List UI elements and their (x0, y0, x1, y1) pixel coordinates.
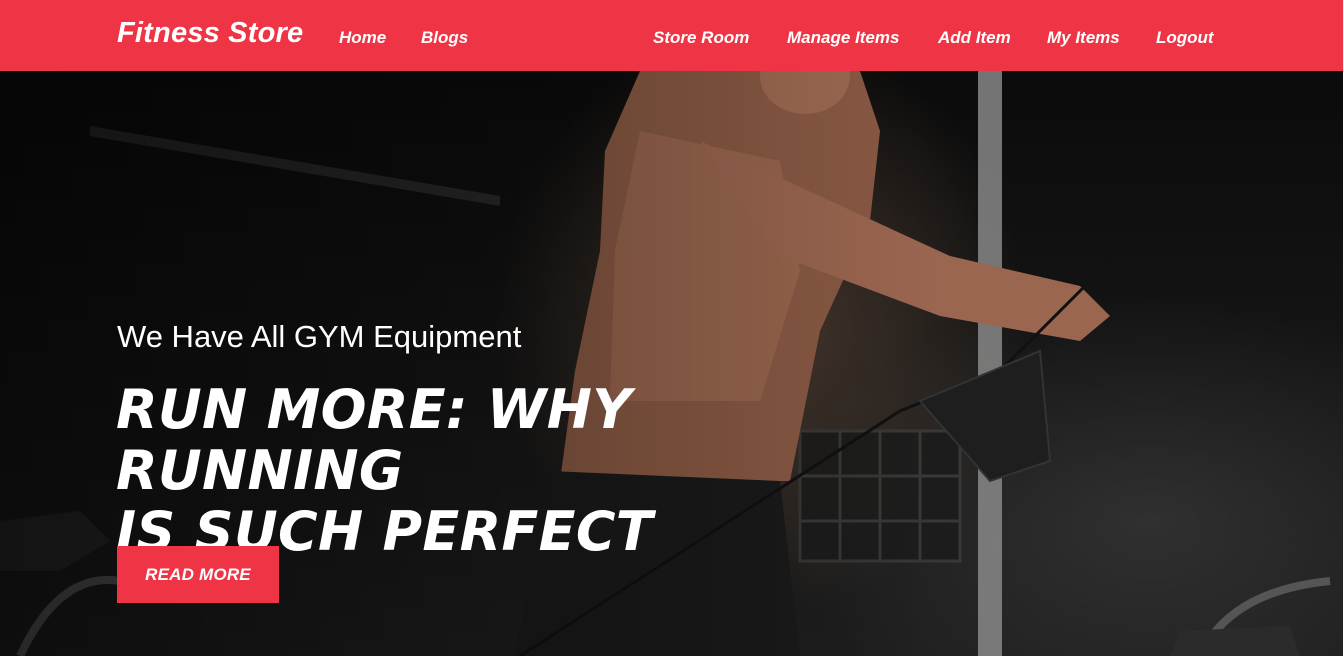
top-navbar: Fitness Store Home Blogs Store Room Mana… (0, 0, 1343, 71)
hero-headline: RUN MORE: WHY RUNNING IS SUCH PERFECT (116, 379, 876, 562)
nav-link-blogs[interactable]: Blogs (421, 28, 468, 48)
nav-link-my-items[interactable]: My Items (1047, 28, 1120, 48)
nav-link-home[interactable]: Home (339, 28, 386, 48)
hero-banner: We Have All GYM Equipment RUN MORE: WHY … (0, 71, 1343, 656)
nav-link-store-room[interactable]: Store Room (653, 28, 749, 48)
read-more-button[interactable]: READ MORE (117, 546, 279, 603)
hero-headline-line-1: RUN MORE: WHY RUNNING (116, 378, 632, 502)
nav-link-manage-items[interactable]: Manage Items (787, 28, 899, 48)
hero-subtitle: We Have All GYM Equipment (117, 319, 522, 354)
nav-link-add-item[interactable]: Add Item (938, 28, 1011, 48)
brand-logo-link[interactable]: Fitness Store (117, 17, 303, 50)
nav-link-logout[interactable]: Logout (1156, 28, 1214, 48)
